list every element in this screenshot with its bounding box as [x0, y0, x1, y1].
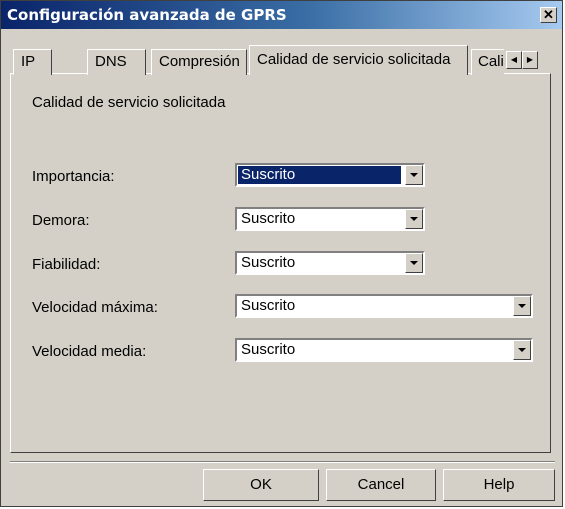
chevron-down-icon[interactable]: [405, 165, 423, 185]
tab-ip-label: IP: [21, 53, 36, 70]
ok-button[interactable]: OK: [203, 469, 319, 501]
chevron-down-icon[interactable]: [513, 296, 531, 316]
section-heading: Calidad de servicio solicitada: [32, 94, 226, 111]
tab-compresion-label: Compresión: [159, 53, 240, 70]
tab-scroll-right-icon[interactable]: ▶: [522, 51, 538, 69]
velocidad-maxima-select[interactable]: Suscrito: [235, 294, 533, 318]
title-bar[interactable]: Configuración avanzada de GPRS ✕: [1, 1, 562, 29]
fiabilidad-select[interactable]: Suscrito: [235, 251, 425, 275]
tab-calidad-truncated[interactable]: Calid: [471, 49, 504, 75]
velocidad-media-select[interactable]: Suscrito: [235, 338, 533, 362]
fiabilidad-value: Suscrito: [241, 254, 296, 271]
footer-divider: [10, 461, 555, 463]
demora-label: Demora:: [32, 212, 90, 229]
close-icon[interactable]: ✕: [540, 7, 557, 23]
velocidad-media-label: Velocidad media:: [32, 343, 147, 360]
tab-ip[interactable]: IP: [13, 49, 52, 75]
chevron-down-icon[interactable]: [405, 253, 423, 273]
tab-calidad-solicitada-label: Calidad de servicio solicitada: [257, 51, 451, 68]
importancia-value: Suscrito: [238, 166, 401, 184]
tab-dns[interactable]: DNS: [87, 49, 146, 75]
fiabilidad-label: Fiabilidad:: [32, 256, 101, 273]
tab-dns-label: DNS: [95, 53, 127, 70]
demora-select[interactable]: Suscrito: [235, 207, 425, 231]
tab-scroll-left-icon[interactable]: ◀: [506, 51, 522, 69]
velocidad-maxima-label: Velocidad máxima:: [32, 299, 158, 316]
velocidad-media-value: Suscrito: [241, 341, 296, 358]
gprs-advanced-dialog: Configuración avanzada de GPRS ✕ IP DNS …: [0, 0, 563, 507]
chevron-down-icon[interactable]: [405, 209, 423, 229]
demora-value: Suscrito: [241, 210, 296, 227]
velocidad-maxima-value: Suscrito: [241, 297, 296, 314]
tab-compresion[interactable]: Compresión: [151, 49, 247, 75]
tab-calidad-solicitada[interactable]: Calidad de servicio solicitada: [249, 45, 468, 75]
window-title: Configuración avanzada de GPRS: [7, 6, 287, 24]
help-button[interactable]: Help: [443, 469, 555, 501]
importancia-label: Importancia:: [32, 168, 115, 185]
importancia-select[interactable]: Suscrito: [235, 163, 425, 187]
tab-calidad-truncated-label: Calid: [478, 53, 504, 70]
chevron-down-icon[interactable]: [513, 340, 531, 360]
cancel-button[interactable]: Cancel: [326, 469, 436, 501]
